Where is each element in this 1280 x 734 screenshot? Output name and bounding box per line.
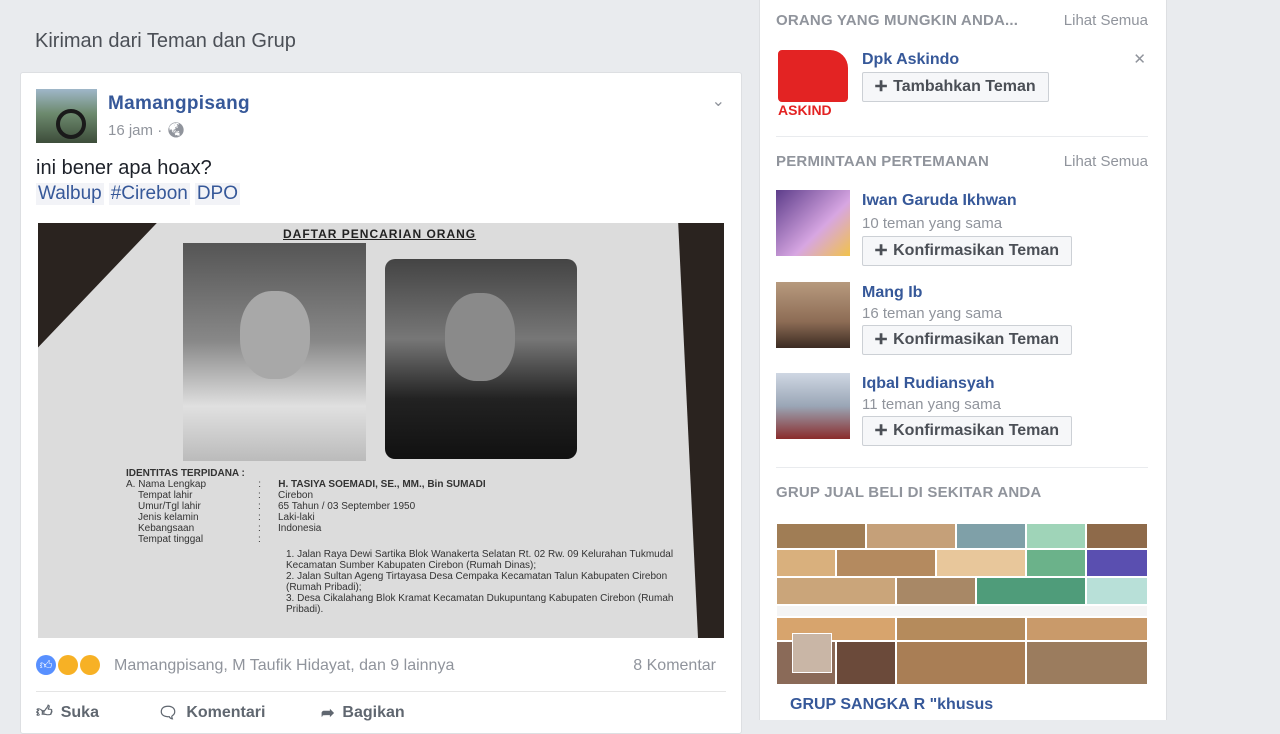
- friend-request-name[interactable]: Mang Ib: [862, 284, 922, 302]
- section-title: Kiriman dari Teman dan Grup: [35, 30, 296, 52]
- portrait-left: [183, 243, 366, 461]
- share-label: Bagikan: [342, 704, 405, 721]
- doc-row: Kebangsaan: Indonesia: [138, 523, 322, 534]
- confirm-friend-label: Konfirmasikan Teman: [893, 331, 1060, 348]
- thumbs-up-icon: 👍︎: [36, 704, 53, 721]
- haha-reaction-icon[interactable]: [58, 655, 78, 675]
- post-time[interactable]: 16 jam: [108, 122, 153, 139]
- add-friend-icon: ➕︎: [875, 422, 888, 439]
- confirm-friend-button[interactable]: ➕︎ Konfirmasikan Teman: [862, 416, 1073, 446]
- post-author[interactable]: Mamangpisang: [108, 93, 250, 115]
- close-icon[interactable]: ✕: [1133, 50, 1146, 68]
- requests-heading: PERMINTAAN PERTEMANAN: [776, 153, 990, 170]
- tag-link[interactable]: DPO: [194, 183, 241, 205]
- mutual-friends[interactable]: 10 teman yang sama: [862, 215, 1002, 232]
- confirm-friend-label: Konfirmasikan Teman: [893, 242, 1060, 259]
- like-button[interactable]: 👍︎ Suka: [36, 703, 99, 722]
- doc-row: A. Nama Lengkap: H. TASIYA SOEMADI, SE., …: [126, 479, 486, 490]
- meta-separator: ·: [157, 122, 167, 139]
- doc-address: 1. Jalan Raya Dewi Sartika Blok Wanakert…: [286, 549, 674, 571]
- post-meta: 16 jam · 🌏︎: [108, 121, 185, 139]
- add-friend-label: Tambahkan Teman: [893, 78, 1036, 95]
- like-reaction-icon[interactable]: 👍︎: [36, 655, 56, 675]
- add-friend-icon: ➕︎: [875, 331, 888, 348]
- tag-link[interactable]: #Cirebon: [108, 183, 190, 205]
- doc-section: IDENTITAS TERPIDANA :: [126, 468, 245, 479]
- friend-request-name[interactable]: Iwan Garuda Ikhwan: [862, 192, 1017, 210]
- doc-title: DAFTAR PENCARIAN ORANG: [283, 227, 477, 241]
- divider: [776, 136, 1148, 137]
- reactors-text[interactable]: Mamangpisang, M Taufik Hidayat, dan 9 la…: [114, 657, 454, 675]
- add-friend-icon: ➕︎: [875, 242, 888, 259]
- group-cover-photo[interactable]: [776, 523, 1148, 685]
- comment-icon: 🗨︎: [158, 705, 179, 722]
- comments-count[interactable]: 8 Komentar: [633, 657, 716, 675]
- add-friend-icon: ➕︎: [875, 78, 888, 95]
- post-photo[interactable]: DAFTAR PENCARIAN ORANG IDENTITAS TERPIDA…: [38, 223, 724, 638]
- confirm-friend-label: Konfirmasikan Teman: [893, 422, 1060, 439]
- share-button[interactable]: ➦ Bagikan: [321, 703, 405, 723]
- like-label: Suka: [60, 703, 99, 721]
- doc-row: Tempat tinggal:: [138, 534, 261, 545]
- pymk-heading: ORANG YANG MUNGKIN ANDA...: [776, 12, 1019, 29]
- add-friend-button[interactable]: ➕︎ Tambahkan Teman: [862, 72, 1049, 102]
- doc-row: Umur/Tgl lahir:65 Tahun / 03 September 1…: [138, 501, 416, 512]
- friend-request-name[interactable]: Iqbal Rudiansyah: [862, 375, 994, 393]
- groups-heading: GRUP JUAL BELI DI SEKITAR ANDA: [776, 484, 1042, 501]
- divider: [36, 691, 726, 692]
- askindo-logo[interactable]: ASKIND: [776, 50, 850, 118]
- friend-avatar[interactable]: [776, 282, 850, 348]
- divider: [776, 467, 1148, 468]
- tag-link[interactable]: Walbup: [36, 183, 104, 205]
- doc-row: Tempat lahir: Cirebon: [138, 490, 314, 501]
- author-avatar[interactable]: [36, 89, 97, 143]
- reaction-bar: 👍︎ Mamangpisang, M Taufik Hidayat, dan 9…: [36, 655, 726, 683]
- pymk-see-all-link[interactable]: Lihat Semua: [1064, 12, 1148, 29]
- doc-address: 2. Jalan Sultan Ageng Tirtayasa Desa Cem…: [286, 571, 668, 593]
- post-tags: Walbup #Cirebon DPO: [36, 183, 241, 205]
- share-icon: ➦: [321, 705, 335, 722]
- doc-row: Jenis kelamin: Laki-laki: [138, 512, 315, 523]
- doc-address: 3. Desa Cikalahang Blok Kramat Kecamatan…: [286, 593, 674, 615]
- wanted-document: DAFTAR PENCARIAN ORANG IDENTITAS TERPIDA…: [38, 223, 698, 638]
- confirm-friend-button[interactable]: ➕︎ Konfirmasikan Teman: [862, 325, 1073, 355]
- askindo-logo-text: ASKIND: [778, 102, 832, 118]
- post-card: Mamangpisang 16 jam · 🌏︎ ⌄ ini bener apa…: [20, 72, 742, 734]
- mutual-friends[interactable]: 16 teman yang sama: [862, 305, 1002, 322]
- chevron-down-icon[interactable]: ⌄: [712, 91, 725, 111]
- post-text: ini bener apa hoax?: [36, 157, 212, 179]
- comment-button[interactable]: 🗨︎ Komentari: [158, 703, 265, 723]
- wow-reaction-icon[interactable]: [80, 655, 100, 675]
- comment-label: Komentari: [186, 704, 266, 721]
- requests-see-all-link[interactable]: Lihat Semua: [1064, 153, 1148, 170]
- pymk-name[interactable]: Dpk Askindo: [862, 51, 959, 69]
- right-sidebar: ORANG YANG MUNGKIN ANDA... Lihat Semua A…: [759, 0, 1167, 720]
- doc-body: IDENTITAS TERPIDANA : A. Nama Lengkap: H.…: [126, 468, 686, 615]
- mutual-friends[interactable]: 11 teman yang sama: [862, 396, 1001, 413]
- group-name-link[interactable]: GRUP SANGKA R "khusus: [790, 696, 993, 714]
- globe-icon: 🌏︎: [166, 122, 186, 139]
- portrait-right: [385, 259, 577, 459]
- friend-avatar[interactable]: [776, 373, 850, 439]
- confirm-friend-button[interactable]: ➕︎ Konfirmasikan Teman: [862, 236, 1073, 266]
- friend-avatar[interactable]: [776, 190, 850, 256]
